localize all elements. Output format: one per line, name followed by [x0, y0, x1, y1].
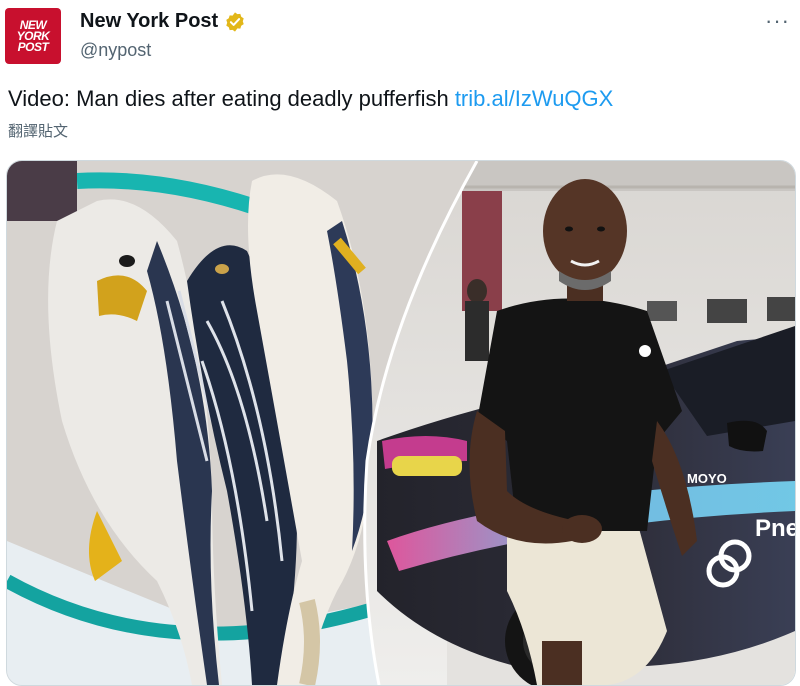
verified-badge-icon [226, 11, 244, 32]
tweet-link[interactable]: trib.al/IzWuQGX [455, 86, 614, 111]
author-name-row: New York Post [80, 10, 246, 33]
car-branding-text: Pne [755, 515, 795, 542]
media-illustration: Pne MOYO [7, 161, 795, 685]
avatar[interactable]: NEW YORK POST [5, 8, 61, 64]
car-branding-small: MOYO [687, 471, 727, 486]
tweet-text: Video: Man dies after eating deadly puff… [8, 86, 613, 112]
translate-post-link[interactable]: 翻譯貼文 [8, 120, 68, 141]
tweet-media[interactable]: Pne MOYO [6, 160, 796, 686]
author-handle[interactable]: @nypost [80, 40, 151, 61]
avatar-text-line-3: POST [17, 39, 49, 54]
author-name[interactable]: New York Post [80, 10, 218, 33]
more-options-icon[interactable]: ··· [765, 8, 790, 34]
tweet-body: Video: Man dies after eating deadly puff… [8, 86, 455, 111]
